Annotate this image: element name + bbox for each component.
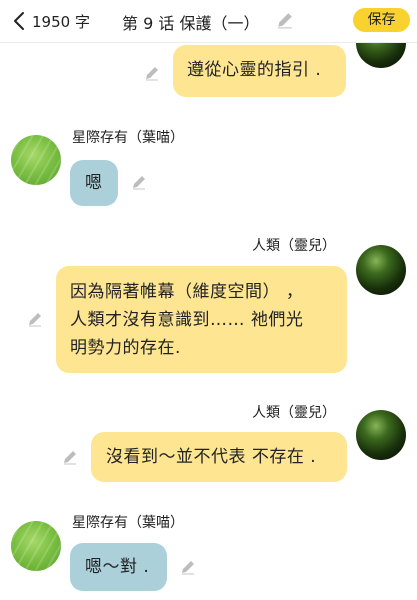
message-text: 嗯～對 . bbox=[85, 557, 150, 577]
message-bubble[interactable]: 遵從心靈的指引 . bbox=[173, 45, 346, 97]
chapter-title[interactable]: 第 9 话 保護（一） bbox=[122, 10, 259, 34]
avatar-yemiao[interactable] bbox=[11, 521, 61, 571]
message-text: 嗯 bbox=[85, 173, 103, 193]
message-text: 遵從心靈的指引 . bbox=[187, 60, 322, 80]
message-bubble[interactable]: 嗯 bbox=[70, 160, 118, 206]
message-text: 沒看到～並不代表 不存在 . bbox=[106, 447, 317, 467]
message-line: 因為隔著帷幕（維度空間） ， bbox=[70, 282, 304, 302]
sender-name: 星際存有（葉喵） bbox=[72, 130, 184, 146]
save-button[interactable]: 保存 bbox=[353, 8, 410, 32]
message-bubble[interactable]: 嗯～對 . bbox=[70, 543, 167, 591]
sender-name: 星際存有（葉喵） bbox=[72, 515, 184, 531]
word-count: 1950 字 bbox=[32, 13, 90, 31]
message-line: 人類才沒有意識到…… 祂們光 bbox=[70, 310, 304, 330]
pencil-icon[interactable] bbox=[62, 449, 78, 465]
chevron-left-icon[interactable] bbox=[8, 9, 32, 33]
pencil-icon[interactable] bbox=[180, 559, 196, 575]
avatar-yemiao[interactable] bbox=[11, 135, 61, 185]
avatar-lingre[interactable] bbox=[356, 245, 406, 295]
pencil-icon[interactable] bbox=[144, 65, 160, 81]
pencil-icon[interactable] bbox=[27, 311, 43, 327]
pencil-icon[interactable] bbox=[131, 174, 147, 190]
sender-name: 人類（靈兒） bbox=[252, 238, 336, 254]
message-line: 明勢力的存在. bbox=[70, 338, 181, 358]
message-bubble[interactable]: 因為隔著帷幕（維度空間） ， 人類才沒有意識到…… 祂們光 明勢力的存在. bbox=[56, 266, 347, 373]
avatar-lingre[interactable] bbox=[356, 410, 406, 460]
top-bar: 1950 字 第 9 话 保護（一） 保存 bbox=[0, 0, 417, 43]
sender-name: 人類（靈兒） bbox=[252, 405, 336, 421]
message-bubble[interactable]: 沒看到～並不代表 不存在 . bbox=[91, 432, 347, 482]
pencil-icon[interactable] bbox=[276, 11, 294, 29]
